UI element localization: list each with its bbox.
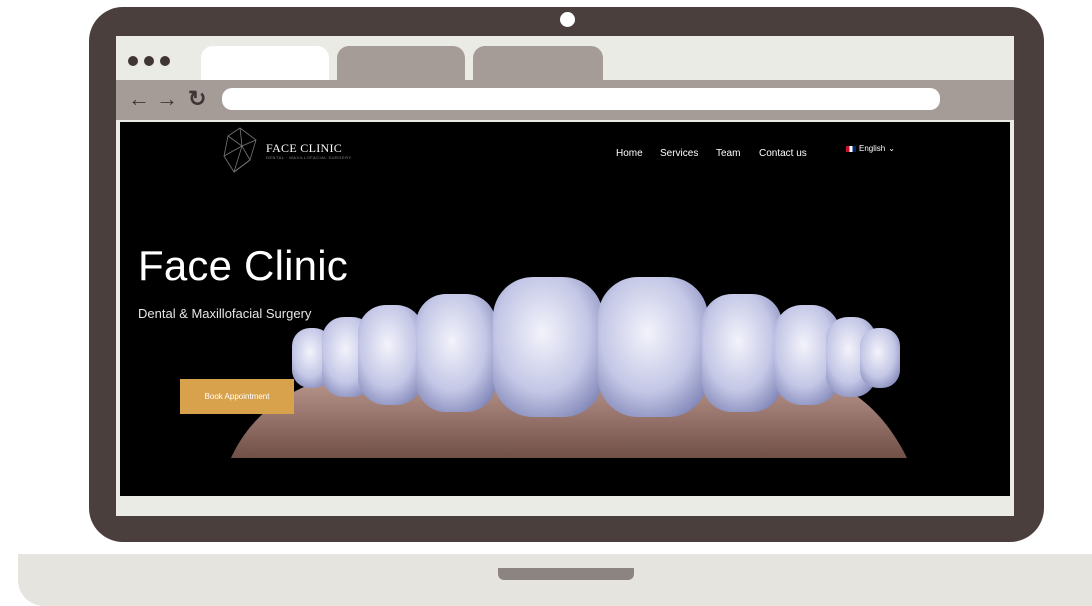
nav-home[interactable]: Home [616, 148, 643, 159]
forward-arrow-icon[interactable]: → [156, 87, 178, 111]
browser-nav-buttons: ← → ↻ [128, 87, 206, 111]
window-dot[interactable] [144, 56, 154, 66]
camera-icon [560, 12, 575, 27]
book-appointment-button[interactable]: Book Appointment [180, 379, 294, 414]
browser-tab-active[interactable] [201, 46, 329, 80]
browser-window: ← → ↻ FACE CLINIC DENTAL · MAXILLOFACIAL… [116, 36, 1014, 516]
language-label: English [859, 144, 886, 153]
brand-tagline: DENTAL · MAXILLOFACIAL SURGERY [266, 155, 352, 160]
browser-tab[interactable] [473, 46, 603, 80]
window-controls [128, 56, 170, 66]
uk-flag-icon [846, 145, 856, 152]
reload-icon[interactable]: ↻ [188, 87, 206, 111]
nav-team[interactable]: Team [716, 148, 740, 159]
address-bar[interactable] [222, 88, 940, 110]
browser-tab[interactable] [337, 46, 465, 80]
clinic-logo-icon [223, 127, 257, 173]
browser-toolbar: ← → ↻ [116, 80, 1014, 120]
hero-title: Face Clinic [138, 242, 348, 289]
hero-subtitle: Dental & Maxillofacial Surgery [138, 306, 312, 321]
brand-name[interactable]: FACE CLINIC [266, 141, 342, 156]
back-arrow-icon[interactable]: ← [128, 87, 150, 111]
nav-contact[interactable]: Contact us [759, 148, 807, 159]
language-selector[interactable]: English ⌄ [846, 144, 895, 153]
laptop-base-notch [498, 568, 634, 580]
hero-teeth-image [230, 277, 908, 460]
window-dot[interactable] [160, 56, 170, 66]
web-page: FACE CLINIC DENTAL · MAXILLOFACIAL SURGE… [120, 122, 1010, 496]
nav-services[interactable]: Services [660, 148, 698, 159]
chevron-down-icon: ⌄ [888, 144, 895, 153]
laptop-base [18, 554, 1092, 606]
window-dot[interactable] [128, 56, 138, 66]
hero-bottom-band [120, 458, 1010, 496]
